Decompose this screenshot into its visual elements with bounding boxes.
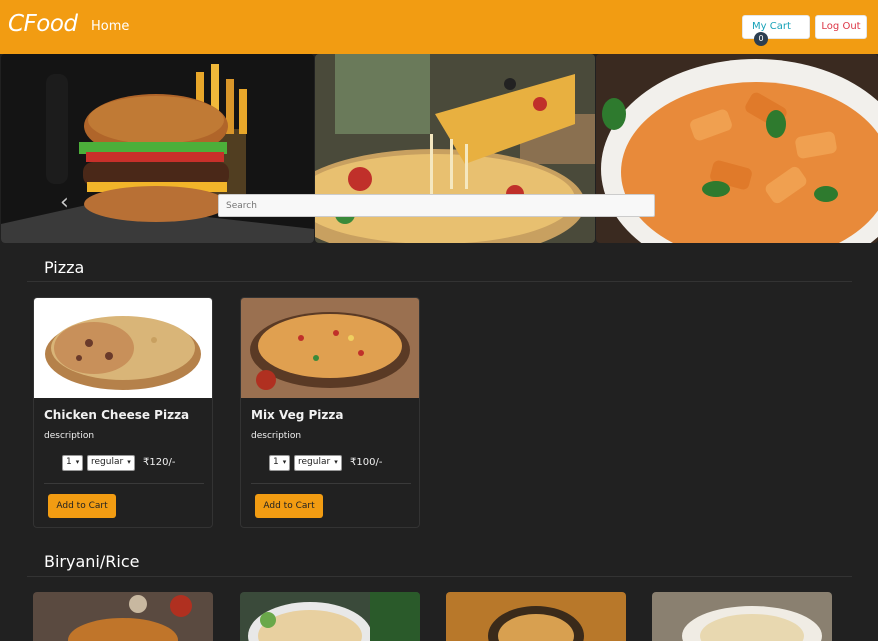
brand-logo[interactable]: CFood bbox=[8, 11, 78, 37]
food-description: description bbox=[251, 431, 302, 441]
cart-count-badge: 0 bbox=[754, 32, 768, 46]
rice-bowl-item-image bbox=[446, 592, 626, 641]
add-to-cart-button[interactable]: Add to Cart bbox=[255, 494, 323, 518]
my-cart-label: My Cart bbox=[752, 21, 791, 32]
category-divider bbox=[27, 576, 852, 577]
category-title: Biryani/Rice bbox=[44, 552, 140, 571]
biryani-item-image bbox=[33, 592, 213, 641]
navbar: CFood Home My Cart 0 Log Out bbox=[0, 0, 878, 54]
food-price: ₹120/- bbox=[143, 457, 176, 468]
food-card: Chicken Cheese Pizza description 1 ▾ regu… bbox=[33, 297, 213, 528]
logout-button[interactable]: Log Out bbox=[815, 15, 867, 39]
category-title: Pizza bbox=[44, 258, 85, 277]
size-select[interactable]: regular ▾ bbox=[87, 455, 135, 471]
food-description: description bbox=[44, 431, 95, 441]
food-price: ₹100/- bbox=[350, 457, 383, 468]
carousel-prev-icon[interactable]: ‹ bbox=[60, 190, 69, 215]
card-divider bbox=[44, 483, 204, 484]
mix-veg-pizza-image bbox=[241, 298, 419, 398]
food-name: Mix Veg Pizza bbox=[251, 408, 344, 422]
pulao-item-image bbox=[652, 592, 832, 641]
quantity-select[interactable]: 1 ▾ bbox=[269, 455, 291, 471]
food-card: Mix Veg Pizza description 1 ▾ regular ▾ ₹1… bbox=[240, 297, 420, 528]
quantity-select[interactable]: 1 ▾ bbox=[62, 455, 84, 471]
fried-rice-item-image bbox=[240, 592, 420, 641]
chicken-cheese-pizza-image bbox=[34, 298, 212, 398]
card-divider bbox=[251, 483, 411, 484]
nav-home-link[interactable]: Home bbox=[91, 19, 129, 34]
add-to-cart-button[interactable]: Add to Cart bbox=[48, 494, 116, 518]
category-divider bbox=[27, 281, 852, 282]
my-cart-button[interactable]: My Cart 0 bbox=[742, 15, 810, 46]
food-name: Chicken Cheese Pizza bbox=[44, 408, 190, 422]
search-input[interactable] bbox=[218, 194, 655, 217]
size-select[interactable]: regular ▾ bbox=[294, 455, 342, 471]
